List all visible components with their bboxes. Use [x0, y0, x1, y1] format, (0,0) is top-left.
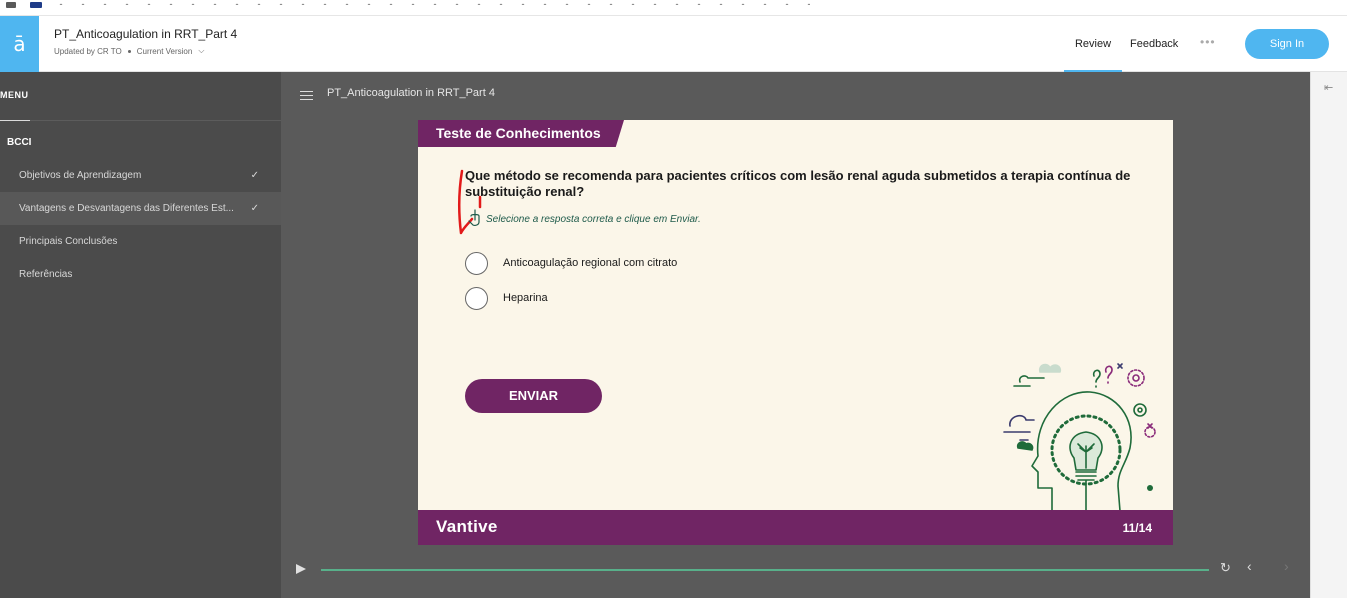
answer-label: Heparina — [503, 292, 548, 304]
browser-tab-strip — [50, 3, 810, 5]
sidebar-item-referencias[interactable]: Referências — [0, 258, 281, 291]
check-icon: ✓ — [250, 203, 259, 214]
browser-strip — [0, 0, 1347, 16]
sidebar-item-vantagens[interactable]: Vantagens e Desvantagens das Diferentes … — [0, 192, 281, 225]
chevron-left-icon[interactable]: ‹ — [1247, 558, 1252, 574]
chevron-down-icon[interactable]: ⌵ — [198, 46, 204, 56]
feedback-link[interactable]: Feedback — [1130, 16, 1178, 72]
more-options-icon[interactable]: ••• — [1200, 16, 1216, 68]
play-icon[interactable] — [296, 564, 306, 574]
brand-logo: Vantive — [436, 517, 498, 536]
question-text: Que método se recomenda para pacientes c… — [465, 168, 1131, 199]
quiz-slide: Teste de Conhecimentos Que método se rec… — [418, 120, 1173, 545]
radio-button[interactable] — [465, 286, 488, 310]
browser-favicon — [30, 2, 42, 8]
sidebar-item-label: Objetivos de Aprendizagem — [19, 170, 142, 181]
sidebar-item-label: Principais Conclusões — [19, 236, 118, 247]
version-selector[interactable]: Current Version — [137, 47, 193, 56]
menu-divider — [30, 120, 281, 121]
sidebar-item-label: Vantagens e Desvantagens das Diferentes … — [19, 203, 234, 214]
slide-tab-title: Teste de Conhecimentos — [418, 120, 624, 147]
lesson-content: PT_Anticoagulation in RRT_Part 4 Teste d… — [281, 72, 1310, 598]
app-logo[interactable]: ā — [0, 16, 39, 72]
slide-footer: Vantive 11/14 — [418, 510, 1173, 545]
lesson-title: PT_Anticoagulation in RRT_Part 4 — [327, 87, 495, 99]
menu-label: MENU — [0, 90, 29, 100]
section-label: BCCI — [7, 137, 32, 148]
instruction-text: Selecione a resposta correta e clique em… — [486, 214, 701, 225]
replay-icon[interactable]: ↻ — [1220, 560, 1231, 576]
answer-option[interactable]: Heparina — [465, 286, 548, 310]
cursor-hint-icon — [468, 209, 480, 226]
separator-dot — [127, 49, 131, 53]
course-meta: Updated by CR TO Current Version ⌵ — [54, 46, 204, 56]
review-tab[interactable]: Review — [1064, 16, 1122, 72]
menu-divider-active — [0, 120, 30, 121]
course-title: PT_Anticoagulation in RRT_Part 4 — [54, 27, 238, 41]
submit-button[interactable]: ENVIAR — [465, 379, 602, 413]
menu-icon[interactable] — [300, 91, 313, 100]
check-icon: ✓ — [250, 170, 259, 181]
page-counter: 11/14 — [1122, 521, 1152, 535]
course-sidebar: MENU BCCI Objetivos de Aprendizagem ✓ Va… — [0, 72, 281, 598]
collapse-panel-icon[interactable]: ⇤ — [1324, 81, 1333, 94]
browser-grid-icon — [6, 2, 16, 8]
sidebar-item-objetivos[interactable]: Objetivos de Aprendizagem ✓ — [0, 159, 281, 192]
updated-by: Updated by CR TO — [54, 46, 122, 56]
right-panel: ⇤ — [1310, 72, 1347, 598]
progress-bar[interactable] — [321, 569, 1209, 571]
app-header: ā PT_Anticoagulation in RRT_Part 4 Updat… — [0, 16, 1347, 72]
sidebar-item-label: Referências — [19, 269, 73, 280]
answer-label: Anticoagulação regional com citrato — [503, 257, 678, 269]
answer-option[interactable]: Anticoagulação regional com citrato — [465, 251, 677, 275]
sidebar-item-conclusoes[interactable]: Principais Conclusões — [0, 225, 281, 258]
chevron-right-icon[interactable]: › — [1284, 558, 1289, 574]
sign-in-button[interactable]: Sign In — [1245, 29, 1329, 59]
radio-button[interactable] — [465, 251, 488, 275]
lightbulb-head-illustration — [1003, 363, 1156, 511]
